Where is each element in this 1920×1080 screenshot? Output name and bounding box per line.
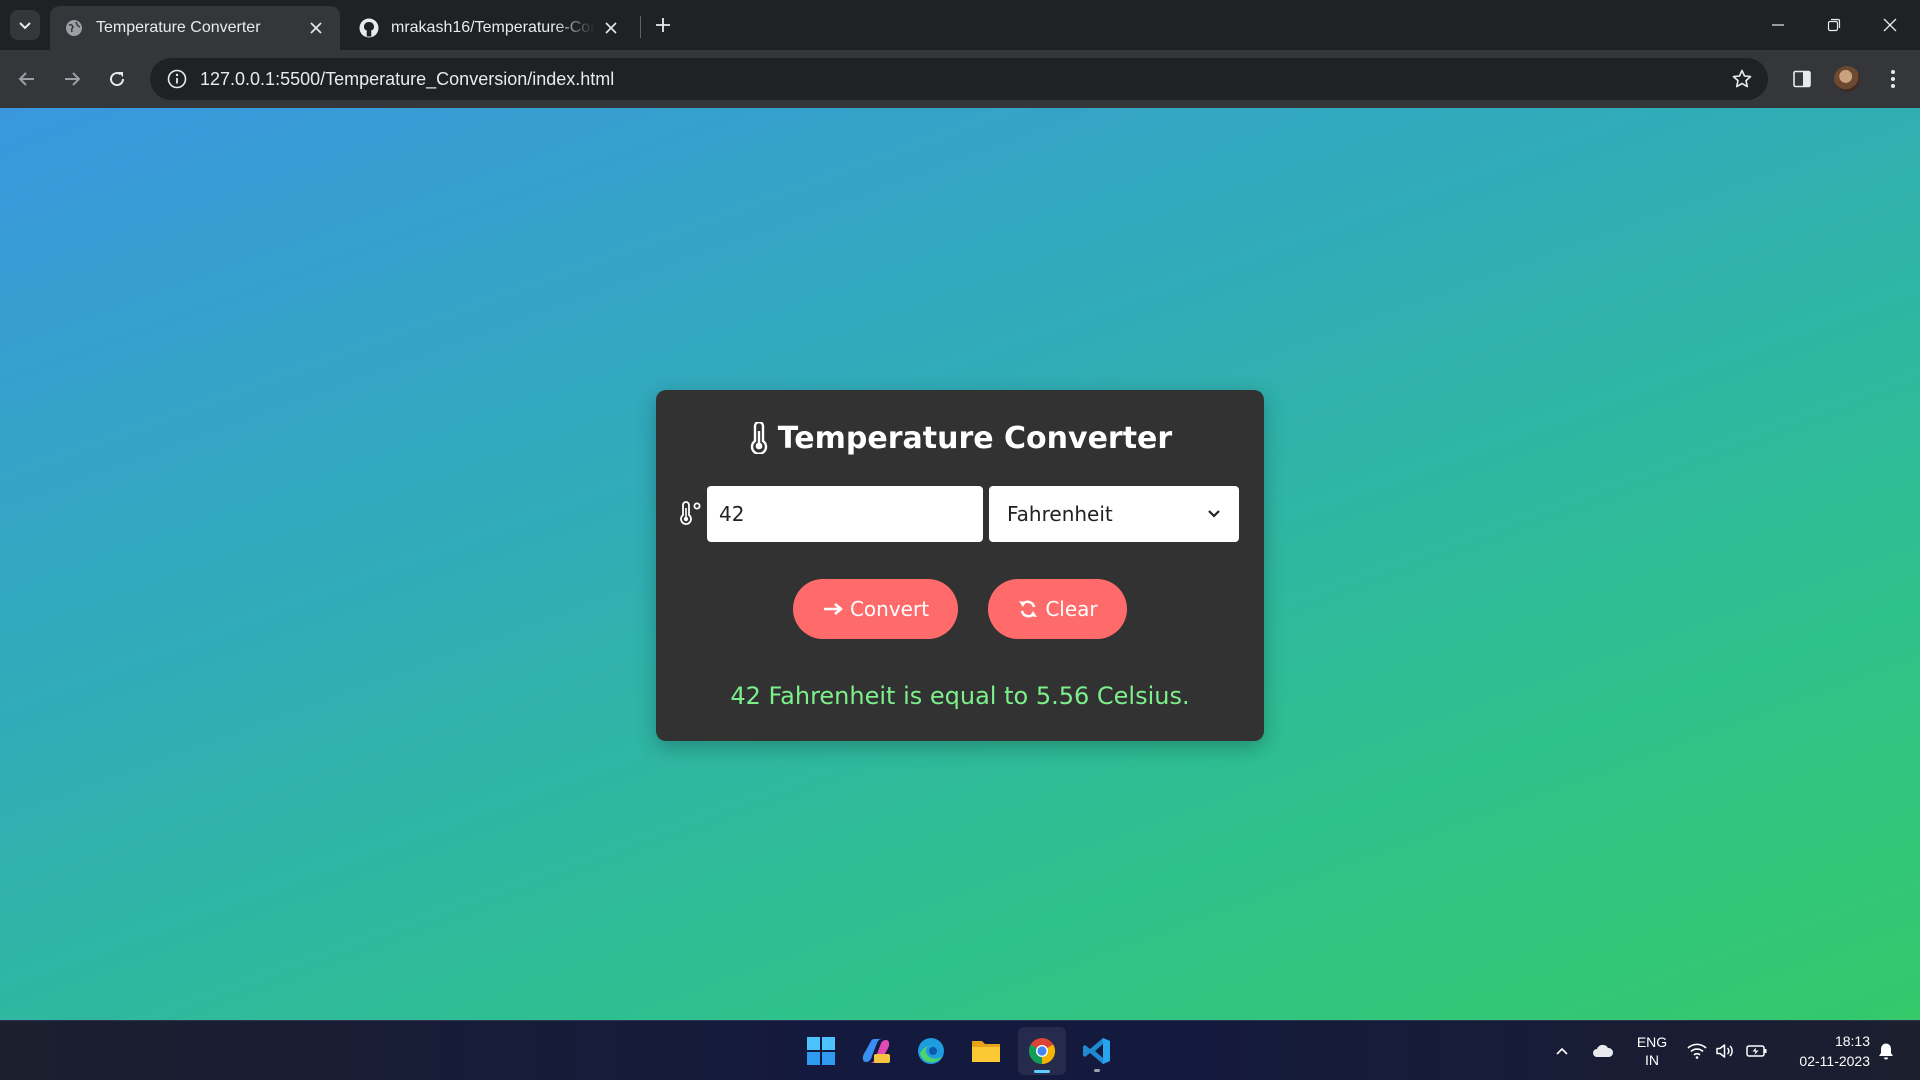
chrome-icon (1028, 1038, 1056, 1065)
page-title: Temperature Converter (656, 416, 1264, 460)
taskbar-vscode[interactable] (1073, 1027, 1121, 1075)
clock-time: 18:13 (1834, 1033, 1870, 1049)
arrow-right-icon (65, 72, 81, 86)
file-explorer-icon (972, 1041, 1000, 1062)
tab-temperature-converter[interactable]: Temperature Converter (50, 6, 340, 50)
input-language-indicator[interactable]: ENG IN (1632, 1033, 1672, 1069)
unit-select-value: Fahrenheit (1007, 502, 1113, 526)
battery-charging-icon (1746, 1045, 1767, 1057)
unit-select[interactable]: Fahrenheit (989, 486, 1239, 542)
forward-button[interactable] (55, 62, 89, 96)
conversion-result: 42 Fahrenheit is equal to 5.56 Celsius. (730, 682, 1190, 710)
show-hidden-icons-button[interactable] (1550, 1021, 1574, 1080)
profile-button[interactable] (1830, 62, 1864, 96)
menu-button[interactable] (1876, 62, 1910, 96)
close-icon (1883, 18, 1897, 32)
running-app-indicator (1094, 1069, 1100, 1072)
browser-toolbar: 127.0.0.1:5500/Temperature_Conversion/in… (0, 50, 1920, 108)
side-panel-button[interactable] (1785, 62, 1819, 96)
wifi-icon (1687, 1043, 1707, 1059)
tab-separator (640, 16, 641, 38)
speaker-icon (1716, 1044, 1733, 1058)
system-clock[interactable]: 18:13 02-11-2023 (1780, 1031, 1870, 1071)
site-info-icon[interactable] (156, 58, 198, 100)
reload-button[interactable] (100, 62, 134, 96)
tab-github-repo[interactable]: mrakash16/Temperature-Conversion (345, 6, 635, 50)
address-bar[interactable]: 127.0.0.1:5500/Temperature_Conversion/in… (150, 58, 1768, 100)
close-window-button[interactable] (1862, 0, 1918, 50)
minimize-button[interactable] (1750, 0, 1806, 50)
cloud-icon (1593, 1044, 1614, 1057)
side-panel-icon (1793, 70, 1811, 88)
copilot-icon (862, 1039, 890, 1063)
windows-start-icon (807, 1037, 835, 1065)
globe-icon (64, 18, 84, 38)
close-tab-icon[interactable] (306, 18, 326, 38)
thermometer-icon (748, 421, 770, 455)
edge-icon (918, 1038, 944, 1064)
active-app-indicator (1034, 1070, 1050, 1073)
restore-button[interactable] (1806, 0, 1862, 50)
close-tab-icon[interactable] (601, 18, 621, 38)
plus-icon (656, 18, 670, 32)
bookmark-star-icon[interactable] (1722, 59, 1762, 99)
browser-tab-strip: Temperature Converter mrakash16/Temperat… (0, 0, 1920, 50)
volume-button[interactable] (1714, 1021, 1736, 1080)
converter-card: Temperature Converter Fahrenheit Convert… (656, 390, 1264, 741)
url-text: 127.0.0.1:5500/Temperature_Conversion/in… (200, 68, 615, 89)
taskbar-copilot[interactable] (852, 1027, 900, 1075)
back-button[interactable] (10, 62, 44, 96)
convert-button[interactable]: Convert (793, 579, 958, 639)
tab-search-button[interactable] (10, 10, 40, 40)
tab-title: Temperature Converter (96, 19, 261, 36)
minimize-icon (1772, 24, 1784, 26)
reload-icon (110, 72, 125, 87)
temperature-input[interactable] (707, 486, 983, 542)
wifi-button[interactable] (1686, 1021, 1708, 1080)
clear-button-label: Clear (1045, 597, 1098, 621)
onedrive-button[interactable] (1590, 1021, 1616, 1080)
restore-icon (1827, 18, 1841, 32)
convert-button-label: Convert (849, 597, 930, 621)
clock-date: 02-11-2023 (1799, 1053, 1870, 1069)
github-icon (359, 18, 379, 38)
avatar (1834, 66, 1860, 92)
chevron-up-icon (1556, 1047, 1568, 1055)
notifications-button[interactable] (1874, 1021, 1898, 1080)
clear-button[interactable]: Clear (988, 579, 1127, 639)
windows-start-button[interactable] (797, 1027, 845, 1075)
chevron-down-icon (1208, 510, 1220, 518)
refresh-icon (1017, 599, 1039, 619)
page-viewport: Temperature Converter Fahrenheit Convert… (0, 108, 1920, 1020)
new-tab-button[interactable] (650, 11, 676, 39)
taskbar-chrome[interactable] (1018, 1027, 1066, 1075)
taskbar-edge[interactable] (907, 1027, 955, 1075)
kebab-menu-icon (1891, 70, 1895, 88)
arrow-right-icon (822, 599, 844, 619)
taskbar-file-explorer[interactable] (962, 1027, 1010, 1075)
tab-title: mrakash16/Temperature-Conversion (391, 19, 595, 36)
page-title-text: Temperature Converter (777, 420, 1173, 456)
language-code: ENG (1636, 1034, 1668, 1050)
language-region: IN (1645, 1052, 1659, 1068)
chevron-down-icon (19, 22, 31, 30)
windows-taskbar: ENG IN 18:13 02-11-2023 (0, 1020, 1920, 1080)
battery-button[interactable] (1744, 1021, 1770, 1080)
vscode-icon (1083, 1038, 1110, 1064)
bell-icon (1879, 1043, 1893, 1060)
arrow-left-icon (18, 72, 34, 86)
temperature-degree-icon (678, 500, 704, 526)
